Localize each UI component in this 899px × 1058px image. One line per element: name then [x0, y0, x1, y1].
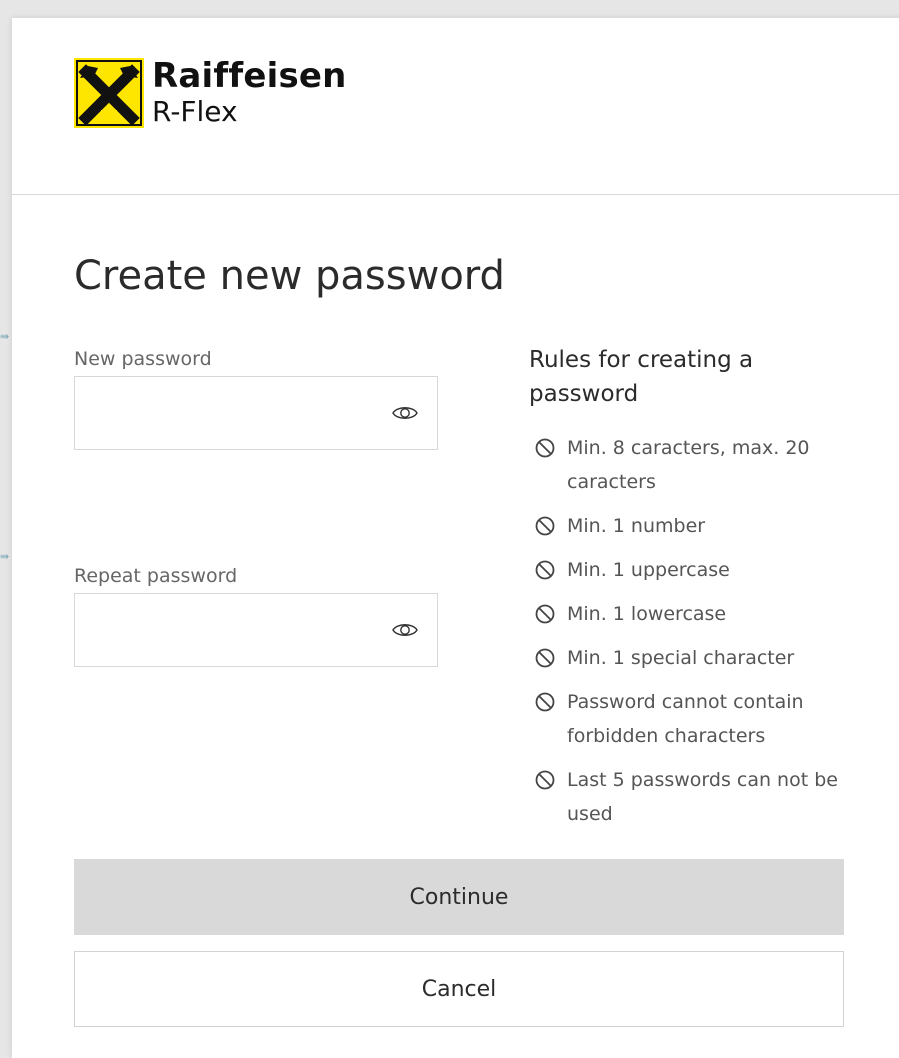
rule-item: Last 5 passwords can not be used [529, 763, 869, 831]
rule-text: Min. 1 special character [567, 647, 795, 669]
dialog-header: Raiffeisen R-Flex [12, 18, 899, 195]
repeat-password-label: Repeat password [74, 565, 238, 587]
rule-text: Password cannot contain forbidden charac… [567, 691, 804, 747]
raiffeisen-logo-icon [74, 58, 144, 128]
ban-icon [535, 438, 555, 458]
page-title: Create new password [74, 253, 505, 299]
rule-item: Min. 1 lowercase [529, 597, 869, 631]
rule-item: Password cannot contain forbidden charac… [529, 685, 869, 753]
cancel-button[interactable]: Cancel [74, 951, 844, 1027]
rule-item: Min. 1 special character [529, 641, 869, 675]
rule-text: Min. 8 caracters, max. 20 caracters [567, 437, 810, 493]
repeat-password-input[interactable] [75, 594, 437, 666]
password-dialog: Raiffeisen R-Flex Create new password Ne… [12, 18, 899, 1058]
eye-icon[interactable] [391, 403, 419, 423]
brand-name: Raiffeisen [152, 56, 347, 96]
rule-text: Min. 1 number [567, 515, 706, 537]
continue-button[interactable]: Continue [74, 859, 844, 935]
ban-icon [535, 516, 555, 536]
background-decoration: ⇛ [0, 330, 10, 343]
repeat-password-field-wrapper [74, 593, 438, 667]
product-name: R-Flex [152, 95, 238, 128]
rules-title: Rules for creating a password [529, 347, 754, 407]
new-password-label: New password [74, 348, 212, 370]
background-decoration: ⇛ [0, 550, 10, 563]
rule-text: Min. 1 lowercase [567, 603, 727, 625]
eye-icon[interactable] [391, 620, 419, 640]
rule-item: Min. 1 uppercase [529, 553, 869, 587]
rule-item: Min. 8 caracters, max. 20 caracters [529, 431, 869, 499]
rule-item: Min. 1 number [529, 509, 869, 543]
ban-icon [535, 604, 555, 624]
ban-icon [535, 770, 555, 790]
new-password-field-wrapper [74, 376, 438, 450]
new-password-input[interactable] [75, 377, 437, 449]
rule-text: Last 5 passwords can not be used [567, 769, 838, 825]
ban-icon [535, 692, 555, 712]
brand-logo: Raiffeisen R-Flex [74, 58, 347, 128]
ban-icon [535, 648, 555, 668]
rule-text: Min. 1 uppercase [567, 559, 730, 581]
password-rules-list: Min. 8 caracters, max. 20 caracters Min.… [529, 431, 869, 841]
ban-icon [535, 560, 555, 580]
